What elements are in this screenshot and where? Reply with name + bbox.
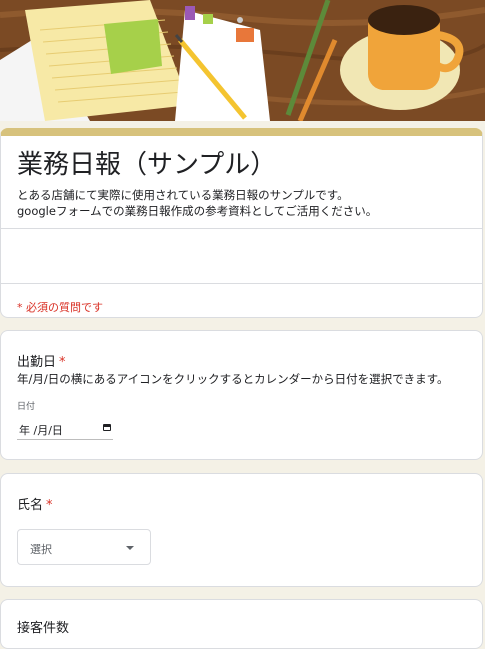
question-title-text: 氏名 xyxy=(17,498,44,513)
description-line: googleフォームでの業務日報作成の参考資料としてご活用ください。 xyxy=(17,204,378,218)
question-title-text: 出勤日 xyxy=(17,355,57,370)
form-header-card: 業務日報（サンプル） とある店舗にて実際に使用されている業務日報のサンプルです。… xyxy=(0,128,483,318)
question-card-customer-count: 接客件数 xyxy=(0,599,483,649)
question-title: 接客件数 xyxy=(17,617,69,636)
question-card-name: 氏名 * 選択 xyxy=(0,473,483,587)
date-input[interactable]: 年 /月/日 xyxy=(17,419,113,440)
header-banner-image xyxy=(0,0,485,121)
question-title: 氏名 * xyxy=(17,494,53,513)
calendar-icon[interactable] xyxy=(103,424,111,431)
form-description: とある店舗にて実際に使用されている業務日報のサンプルです。 googleフォーム… xyxy=(17,187,377,219)
name-select-dropdown[interactable]: 選択 xyxy=(17,529,151,565)
required-mark: * xyxy=(59,355,66,370)
select-value: 選択 xyxy=(30,543,52,556)
question-card-attendance-date: 出勤日 * 年/月/日の横にあるアイコンをクリックするとカレンダーから日付を選択で… xyxy=(0,330,483,460)
divider xyxy=(1,283,482,284)
required-note: * 必須の質問です xyxy=(17,301,103,314)
date-field-label: 日付 xyxy=(17,402,36,412)
description-line: とある店舗にて実際に使用されている業務日報のサンプルです。 xyxy=(17,188,349,202)
divider xyxy=(1,228,482,229)
question-title: 出勤日 * xyxy=(17,351,66,370)
date-input-value: 年 /月/日 xyxy=(19,424,63,437)
chevron-down-icon xyxy=(126,546,134,550)
question-help-text: 年/月/日の横にあるアイコンをクリックするとカレンダーから日付を選択できます。 xyxy=(17,372,449,386)
form-title: 業務日報（サンプル） xyxy=(17,150,277,180)
required-mark: * xyxy=(46,498,53,513)
